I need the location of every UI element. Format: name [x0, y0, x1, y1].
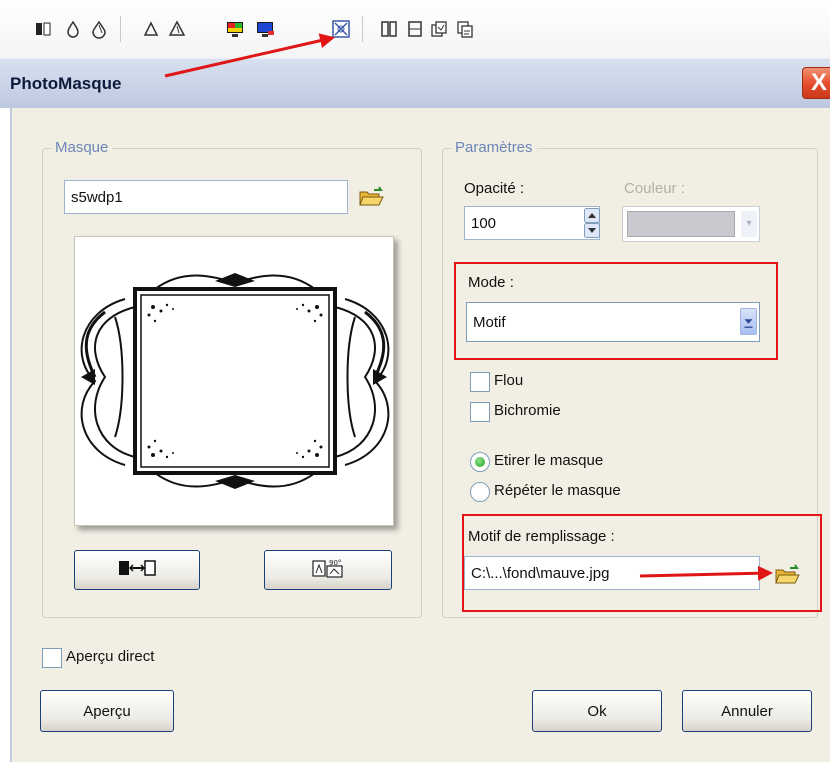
chevron-down-icon: ▾: [741, 211, 757, 237]
dialog-title: PhotoMasque: [10, 74, 122, 93]
photomask-icon[interactable]: [330, 18, 352, 40]
flip-icon[interactable]: [32, 18, 54, 40]
opacity-input[interactable]: 100: [464, 206, 600, 240]
open-folder-icon[interactable]: [358, 186, 384, 208]
live-preview-checkbox[interactable]: [42, 648, 62, 668]
book-icon[interactable]: [378, 18, 400, 40]
fill-open-folder-icon[interactable]: [774, 564, 800, 586]
dialog-titlebar: PhotoMasque X: [0, 58, 830, 108]
bichromie-label: Bichromie: [494, 402, 561, 419]
preview-button[interactable]: Aperçu: [40, 690, 174, 732]
fill-pattern-field[interactable]: C:\...\fond\mauve.jpg: [464, 556, 760, 590]
triangle-drop-icon[interactable]: [140, 18, 162, 40]
drop-icon[interactable]: [62, 18, 84, 40]
parametres-group-label: Paramètres: [451, 139, 537, 156]
stretch-label: Etirer le masque: [494, 452, 604, 469]
opacity-spinner[interactable]: [584, 208, 600, 238]
dialog-body: Masque s5wdp1 90° Paramètres Opacité: 1…: [10, 108, 830, 762]
invert-icon: [117, 558, 157, 582]
toolbar-separator: [120, 16, 121, 42]
rotate-90-icon: 90°: [311, 557, 345, 583]
bichromie-checkbox[interactable]: [470, 402, 490, 422]
flou-checkbox[interactable]: [470, 372, 490, 392]
repeat-radio[interactable]: [470, 482, 490, 502]
mode-select[interactable]: Motif: [466, 302, 760, 342]
masque-group-label: Masque: [51, 139, 113, 156]
invert-mask-button[interactable]: [74, 550, 200, 590]
rotate-mask-button[interactable]: 90°: [264, 550, 392, 590]
opacity-label: Opacité :: [464, 180, 525, 197]
color-label: Couleur :: [624, 180, 685, 197]
live-preview-label: Aperçu direct: [66, 648, 155, 665]
drop-outline-icon[interactable]: [88, 18, 110, 40]
mode-dropdown-arrow[interactable]: [740, 308, 757, 335]
mask-name-field[interactable]: s5wdp1: [64, 180, 348, 214]
stretch-radio[interactable]: [470, 452, 490, 472]
app-toolbar: [0, 0, 830, 58]
cancel-button[interactable]: Annuler: [682, 690, 812, 732]
copy-layers-icon[interactable]: [454, 18, 476, 40]
close-button[interactable]: X: [802, 67, 830, 99]
mask-frame-image: [80, 273, 390, 489]
layers-icon[interactable]: [428, 18, 450, 40]
ok-button[interactable]: Ok: [532, 690, 662, 732]
toolbar-separator: [362, 16, 363, 42]
repeat-label: Répéter le masque: [494, 482, 621, 499]
mode-label: Mode :: [468, 274, 514, 291]
svg-text:90°: 90°: [329, 559, 341, 567]
triangle-drop-outline-icon[interactable]: [166, 18, 188, 40]
color-swatch: [627, 211, 735, 237]
flou-label: Flou: [494, 372, 524, 389]
color-picker: ▾: [622, 206, 760, 242]
mask-preview: [74, 236, 394, 526]
color-monitor-icon[interactable]: [224, 18, 246, 40]
page-icon[interactable]: [404, 18, 426, 40]
monitor-icon[interactable]: [254, 18, 276, 40]
fill-pattern-label: Motif de remplissage :: [468, 528, 615, 545]
